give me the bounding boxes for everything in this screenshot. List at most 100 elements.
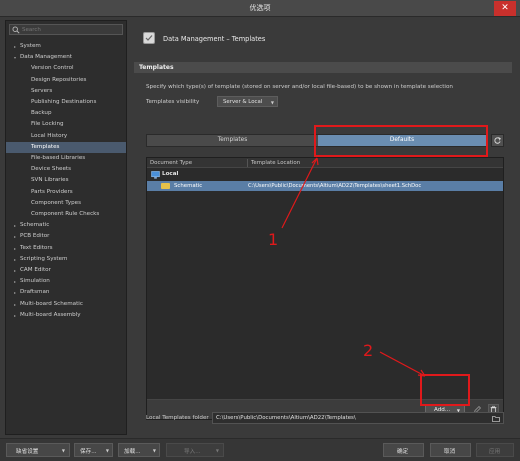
sidebar-item-label: Backup (31, 110, 52, 117)
tree-arrow-icon[interactable]: ▸ (12, 231, 18, 242)
apply-button[interactable]: 应用 (476, 443, 514, 457)
local-templates-folder-value: C:\Users\Public\Documents\Altium\AD22\Te… (216, 415, 356, 421)
sidebar-item[interactable]: ▸ Multi-board Schematic (6, 299, 126, 310)
tree-arrow-icon[interactable]: ▸ (12, 254, 18, 265)
sidebar-item[interactable]: ▸ Multi-board Assembly (6, 310, 126, 321)
sidebar-item-label: Design Repositories (31, 76, 87, 83)
column-header-template-location[interactable]: Template Location (251, 160, 300, 166)
sidebar-item[interactable]: File Locking (6, 119, 126, 130)
section-header: Templates (134, 62, 512, 73)
sidebar-item[interactable]: Version Control (6, 63, 126, 74)
column-header-document-type[interactable]: Document Type (150, 160, 192, 166)
sidebar-item[interactable]: Component Types (6, 198, 126, 209)
sidebar-item-label: Version Control (31, 65, 74, 72)
local-templates-folder-label: Local Templates folder (146, 415, 209, 421)
sidebar-item-label: Parts Providers (31, 188, 73, 195)
tree-arrow-icon[interactable]: ▸ (12, 41, 18, 52)
table-row[interactable]: Schematic C:\Users\Public\Documents\Alti… (147, 181, 503, 191)
sidebar-item[interactable]: ▸ Draftsman (6, 287, 126, 298)
apply-label: 应用 (489, 449, 501, 455)
page-title: Data Management – Templates (163, 35, 266, 43)
tree-arrow-icon[interactable]: ▸ (12, 243, 18, 254)
refresh-button[interactable] (491, 134, 504, 147)
visibility-label: Templates visibility (146, 99, 200, 105)
document-type-cell: Schematic (174, 183, 203, 189)
sidebar-item[interactable]: ▸ Text Editors (6, 243, 126, 254)
refresh-icon (494, 137, 501, 144)
search-icon (12, 26, 20, 34)
sidebar-item[interactable]: SVN Libraries (6, 175, 126, 186)
sidebar-item[interactable]: Templates (6, 141, 126, 153)
load-label: 加载... (124, 449, 141, 455)
section-title: Templates (139, 64, 174, 71)
sidebar-item-label: SVN Libraries (31, 177, 69, 184)
import-label: 导入... (184, 449, 201, 455)
sidebar-item[interactable]: Servers (6, 86, 126, 97)
default-settings-button[interactable]: 缺省设置 ▼ (6, 443, 70, 457)
import-button[interactable]: 导入... ▼ (166, 443, 224, 457)
tree-arrow-icon[interactable]: ▸ (12, 299, 18, 310)
sidebar-item[interactable]: ▸ Scripting System (6, 254, 126, 265)
chevron-down-icon: ▼ (152, 448, 156, 453)
sidebar-item[interactable]: File-based Libraries (6, 153, 126, 164)
column-separator[interactable] (247, 159, 248, 167)
sidebar-item[interactable]: ▸ System (6, 41, 126, 52)
sidebar-item-label: Templates (31, 143, 60, 150)
tab-bar: Templates Defaults (146, 134, 487, 147)
title-bar: 优选项 ✕ (0, 0, 520, 17)
close-icon[interactable]: ✕ (494, 1, 516, 16)
sidebar-item-label: File-based Libraries (31, 155, 86, 161)
tab-defaults[interactable]: Defaults (318, 135, 486, 146)
tree-arrow-icon[interactable]: ▸ (12, 310, 18, 321)
load-button[interactable]: 加载... ▼ (118, 443, 160, 457)
chevron-down-icon: ▼ (215, 448, 219, 453)
folder-icon (161, 183, 170, 189)
window-title: 优选项 (249, 4, 271, 12)
sidebar-item-label: Schematic (20, 222, 50, 229)
sidebar-item[interactable]: Design Repositories (6, 75, 126, 86)
tree-arrow-icon[interactable]: ▸ (12, 265, 18, 276)
sidebar-item[interactable]: ▸ CAM Editor (6, 265, 126, 276)
sidebar-item[interactable]: Component Rule Checks (6, 209, 126, 220)
chevron-down-icon: ▼ (105, 448, 109, 453)
sidebar-item[interactable]: ▸ PCB Editor (6, 231, 126, 242)
sidebar-item[interactable]: Backup (6, 108, 126, 119)
sidebar-item-label: Data Management (20, 54, 72, 61)
sidebar-item-label: Publishing Destinations (31, 99, 97, 105)
template-location-cell: C:\Users\Public\Documents\Altium\AD22\Te… (248, 183, 422, 189)
sidebar-item[interactable]: ▾ Data Management (6, 52, 126, 63)
search-box[interactable] (9, 24, 123, 35)
monitor-icon (151, 171, 160, 179)
folder-browse-icon[interactable] (492, 415, 500, 422)
search-input[interactable] (22, 25, 120, 34)
tree-arrow-icon[interactable]: ▸ (12, 276, 18, 287)
ok-button[interactable]: 确定 (383, 443, 424, 457)
tree-arrow-icon[interactable]: ▾ (12, 52, 18, 63)
visibility-dropdown[interactable]: Server & Local ▼ (217, 96, 278, 107)
sidebar-item[interactable]: Publishing Destinations (6, 97, 126, 108)
sidebar-item[interactable]: ▸ Schematic (6, 220, 126, 231)
sidebar-item[interactable]: Local History (6, 131, 126, 142)
sidebar-item[interactable]: Device Sheets (6, 164, 126, 175)
tree-arrow-icon[interactable]: ▸ (12, 220, 18, 231)
chevron-down-icon: ▼ (270, 100, 274, 105)
cancel-label: 取消 (444, 449, 456, 455)
sidebar-item[interactable]: ▸ Simulation (6, 276, 126, 287)
tree-arrow-icon[interactable]: ▸ (12, 287, 18, 298)
cancel-button[interactable]: 取消 (430, 443, 471, 457)
group-row-local[interactable]: Local (149, 170, 499, 180)
visibility-value: Server & Local (223, 99, 263, 105)
sidebar-item[interactable]: Parts Providers (6, 187, 126, 198)
defaults-grid: Document Type Template Location Local Sc… (146, 157, 504, 420)
sidebar-item-label: Scripting System (20, 255, 68, 262)
tab-templates[interactable]: Templates (147, 135, 318, 146)
chevron-down-icon: ▼ (61, 448, 65, 453)
sidebar-item-label: Multi-board Assembly (20, 311, 81, 318)
save-label: 保存... (80, 449, 97, 455)
description-text: Specify which type(s) of template (store… (146, 84, 453, 90)
local-templates-folder-field[interactable]: C:\Users\Public\Documents\Altium\AD22\Te… (212, 412, 504, 424)
save-button[interactable]: 保存... ▼ (74, 443, 113, 457)
sidebar-item-label: Multi-board Schematic (20, 300, 83, 307)
sidebar-item-label: Text Editors (20, 244, 53, 251)
sidebar-item-label: Draftsman (20, 289, 50, 296)
